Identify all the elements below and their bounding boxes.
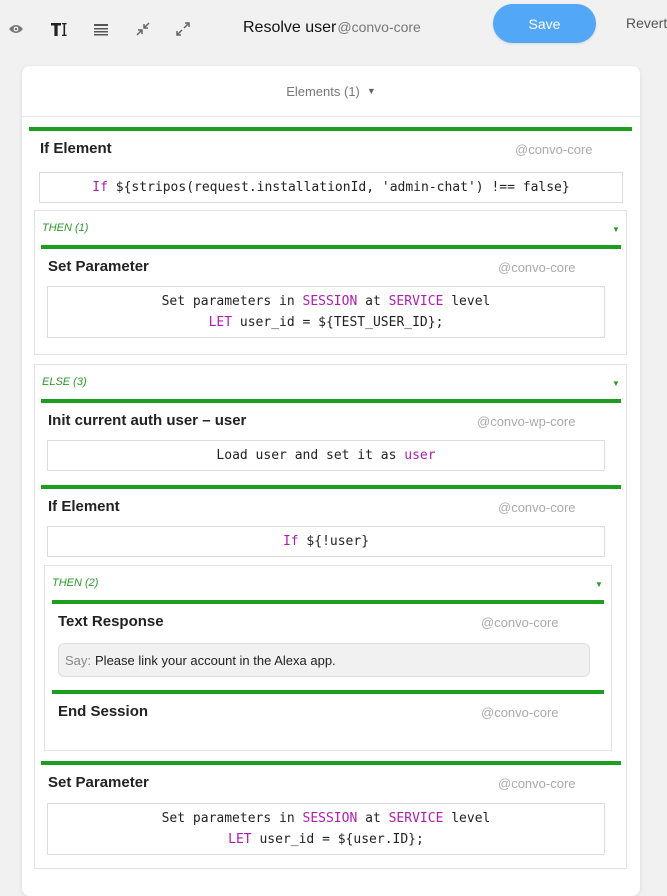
- block-title: Resolve user: [243, 19, 337, 36]
- set-parameter-element[interactable]: Set Parameter @convo-core Set parameters…: [41, 761, 621, 862]
- parameter-assign-line: LET user_id = ${TEST_USER_ID};: [208, 315, 444, 330]
- say-text: Please link your account in the Alexa ap…: [95, 652, 336, 668]
- else-section: ELSE (3) ▼ Init current auth user – user…: [34, 364, 627, 869]
- condition-box[interactable]: If ${stripos(request.installationId, 'ad…: [39, 172, 623, 203]
- element-title: Text Response: [58, 613, 164, 630]
- say-label: Say:: [65, 652, 92, 668]
- condition-line: If ${!user}: [282, 534, 370, 549]
- collapse-arrow-icon[interactable]: ▼: [612, 379, 620, 388]
- element-title: Init current auth user – user: [48, 412, 247, 429]
- text-icon[interactable]: [48, 18, 70, 40]
- condition-box[interactable]: If ${!user}: [47, 526, 605, 557]
- element-title: If Element: [48, 498, 120, 515]
- parameter-box[interactable]: Set parameters in SESSION at SERVICE lev…: [47, 803, 605, 855]
- auth-description-line: Load user and set it as user: [216, 448, 436, 463]
- say-text-box[interactable]: Say: Please link your account in the Alex…: [58, 643, 590, 677]
- then-label: THEN (1): [42, 222, 89, 234]
- element-package: @convo-core: [498, 500, 576, 515]
- if-element[interactable]: If Element @convo-core If ${!user} THEN …: [41, 485, 621, 754]
- eye-icon[interactable]: [5, 18, 27, 40]
- parameter-scope-line: Set parameters in SESSION at SERVICE lev…: [161, 811, 491, 826]
- editor-toolbar: Resolve user@convo-core Save Revert: [0, 0, 667, 56]
- text-response-element[interactable]: Text Response @convo-core Say: Please lin…: [52, 600, 604, 684]
- collapse-arrow-icon[interactable]: ▼: [612, 225, 620, 234]
- page-title: Resolve user@convo-core: [243, 19, 421, 37]
- then-section: THEN (1) ▼ Set Parameter @convo-core Set…: [34, 210, 627, 355]
- element-package: @convo-core: [481, 615, 559, 630]
- keyword-if: If: [92, 180, 108, 195]
- if-element[interactable]: If Element @convo-core If ${stripos(requ…: [29, 127, 632, 869]
- auth-description-box[interactable]: Load user and set it as user: [47, 440, 605, 471]
- element-package: @convo-core: [498, 776, 576, 791]
- parameter-assign-line: LET user_id = ${user.ID};: [228, 832, 424, 847]
- condition-text: ${stripos(request.installationId, 'admin…: [107, 180, 570, 195]
- save-button[interactable]: Save: [493, 4, 596, 43]
- else-label: ELSE (3): [42, 376, 87, 388]
- elements-dropdown[interactable]: Elements (1) ▼: [22, 66, 640, 117]
- compress-icon[interactable]: [132, 18, 154, 40]
- element-title: End Session: [58, 703, 149, 720]
- init-auth-user-element[interactable]: Init current auth user – user @convo-wp-…: [41, 399, 621, 479]
- condition-line: If ${stripos(request.installationId, 'ad…: [92, 177, 569, 198]
- then-section: THEN (2) ▼ Text Response @convo-core Say…: [44, 565, 612, 751]
- parameter-scope-line: Set parameters in SESSION at SERVICE lev…: [161, 294, 491, 309]
- caret-down-icon: ▼: [366, 86, 376, 96]
- element-title: If Element: [40, 140, 112, 157]
- then-label: THEN (2): [52, 577, 99, 589]
- elements-dropdown-label: Elements (1): [286, 83, 360, 99]
- set-parameter-element[interactable]: Set Parameter @convo-core Set parameters…: [41, 245, 621, 348]
- list-icon[interactable]: [90, 18, 112, 40]
- elements-panel: Elements (1) ▼ If Element @convo-core If…: [22, 66, 640, 896]
- collapse-arrow-icon[interactable]: ▼: [595, 580, 603, 589]
- end-session-element[interactable]: End Session @convo-core: [52, 690, 604, 735]
- element-package: @convo-core: [515, 142, 593, 157]
- parameter-box[interactable]: Set parameters in SESSION at SERVICE lev…: [47, 286, 605, 338]
- block-package: @convo-core: [337, 19, 421, 35]
- element-package: @convo-core: [481, 705, 559, 720]
- element-title: Set Parameter: [48, 258, 149, 275]
- element-package: @convo-core: [498, 260, 576, 275]
- element-title: Set Parameter: [48, 774, 149, 791]
- element-package: @convo-wp-core: [477, 414, 576, 429]
- revert-button[interactable]: Revert: [626, 15, 667, 31]
- expand-icon[interactable]: [172, 18, 194, 40]
